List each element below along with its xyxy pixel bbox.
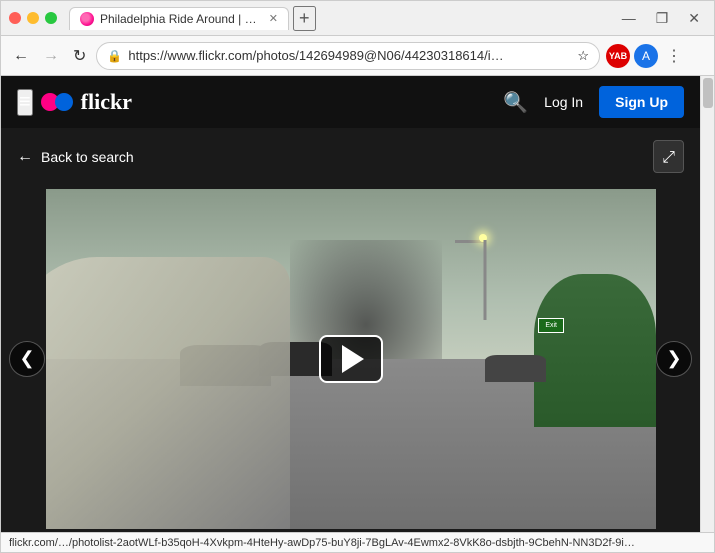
maximize-window-button[interactable] xyxy=(45,12,57,24)
title-bar: Philadelphia Ride Around | Ride … ✕ + — … xyxy=(1,1,714,36)
profile-avatar[interactable]: A xyxy=(634,44,658,68)
extension-icon[interactable]: YAB xyxy=(606,44,630,68)
car-foreground xyxy=(46,257,290,529)
road-sign: Exit xyxy=(538,318,564,333)
play-button[interactable] xyxy=(319,335,383,383)
prev-button[interactable]: ❮ xyxy=(9,341,45,377)
back-button[interactable]: ← xyxy=(9,43,33,69)
menu-button[interactable]: ⋮ xyxy=(662,42,686,70)
close-window-button[interactable] xyxy=(9,12,21,24)
trees xyxy=(534,274,656,427)
video-scene: Exit xyxy=(46,189,656,529)
back-to-search-link[interactable]: ← Back to search xyxy=(17,148,134,166)
flickr-header: ≡ flickr 🔍 Log In Sign Up xyxy=(1,76,700,128)
page-content: ≡ flickr 🔍 Log In Sign Up ← Back to sear… xyxy=(1,76,714,532)
flickr-logo-text: flickr xyxy=(81,89,132,115)
nav-bar: ← → ↻ 🔒 https://www.flickr.com/photos/14… xyxy=(1,36,714,76)
active-tab[interactable]: Philadelphia Ride Around | Ride … ✕ xyxy=(69,7,289,30)
reload-button[interactable]: ↻ xyxy=(69,42,90,70)
hamburger-menu-button[interactable]: ≡ xyxy=(17,89,33,116)
streetlight-pole xyxy=(483,240,486,320)
expand-icon: ⤢ xyxy=(662,149,675,166)
flickr-dot-blue xyxy=(55,93,73,111)
url-text: https://www.flickr.com/photos/142694989@… xyxy=(128,48,571,63)
flickr-logo: flickr xyxy=(41,89,132,115)
expand-button[interactable]: ⤢ xyxy=(653,140,684,173)
minimize-window-button[interactable] xyxy=(27,12,39,24)
lock-icon: 🔒 xyxy=(107,49,122,63)
prev-icon: ❮ xyxy=(19,348,34,369)
car-right xyxy=(485,355,546,382)
video-wrapper[interactable]: Exit xyxy=(46,189,656,529)
window-controls xyxy=(9,12,57,24)
back-arrow-icon: ← xyxy=(17,148,33,166)
title-bar-actions: — ❐ ✕ xyxy=(616,8,706,29)
nav-actions: YAB A ⋮ xyxy=(606,42,686,70)
page-scrollbar[interactable] xyxy=(700,76,714,532)
tab-favicon xyxy=(80,12,94,26)
restore-icon[interactable]: ❐ xyxy=(650,8,675,29)
search-icon[interactable]: 🔍 xyxy=(503,90,528,115)
tab-bar: Philadelphia Ride Around | Ride … ✕ + xyxy=(69,6,608,31)
page-inner: ≡ flickr 🔍 Log In Sign Up ← Back to sear… xyxy=(1,76,700,532)
forward-button[interactable]: → xyxy=(39,43,63,69)
bookmark-icon[interactable]: ☆ xyxy=(577,48,589,64)
video-container: ❮ xyxy=(1,185,700,532)
scrollbar-thumb[interactable] xyxy=(703,78,713,108)
status-text: flickr.com/…/photolist-2aotWLf-b35qoH-4X… xyxy=(9,537,635,549)
sign-up-button[interactable]: Sign Up xyxy=(599,86,684,118)
tab-close-icon[interactable]: ✕ xyxy=(269,12,278,25)
address-bar[interactable]: 🔒 https://www.flickr.com/photos/14269498… xyxy=(96,42,600,70)
next-button[interactable]: ❯ xyxy=(656,341,692,377)
browser-frame: Philadelphia Ride Around | Ride … ✕ + — … xyxy=(0,0,715,553)
new-tab-button[interactable]: + xyxy=(293,6,316,31)
close-icon[interactable]: ✕ xyxy=(682,8,706,29)
play-triangle-icon xyxy=(342,345,364,373)
log-in-button[interactable]: Log In xyxy=(544,94,583,110)
next-icon: ❯ xyxy=(666,348,681,369)
minimize-icon[interactable]: — xyxy=(616,8,642,29)
back-to-search-label: Back to search xyxy=(41,149,134,165)
status-bar: flickr.com/…/photolist-2aotWLf-b35qoH-4X… xyxy=(1,532,714,552)
tab-title: Philadelphia Ride Around | Ride … xyxy=(100,12,261,26)
back-bar: ← Back to search ⤢ xyxy=(1,128,700,185)
